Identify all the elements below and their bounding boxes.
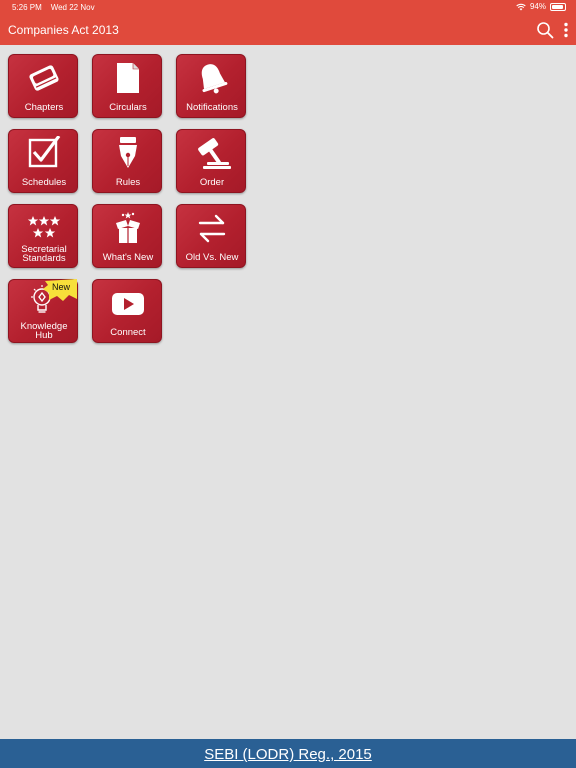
tile-label: What's New: [102, 252, 154, 263]
play-icon: [112, 293, 144, 315]
search-icon[interactable]: [536, 21, 554, 39]
tile-label-line2: Hub: [35, 330, 53, 341]
page-title: Companies Act 2013: [8, 23, 119, 37]
tile-chapters[interactable]: Chapters: [8, 54, 78, 118]
status-time: 5:26 PM: [12, 3, 42, 12]
tile-notifications[interactable]: Notifications: [176, 54, 246, 118]
sebi-lodr-link[interactable]: SEBI (LODR) Reg., 2015: [204, 746, 372, 763]
more-vert-icon[interactable]: [562, 22, 570, 38]
tile-label: Order: [199, 177, 225, 188]
tile-label-line2: Standards: [22, 253, 66, 264]
tile-old-vs-new[interactable]: Old Vs. New: [176, 204, 246, 268]
app-header: 5:26 PM Wed 22 Nov 94% Companies Act 201…: [0, 0, 576, 45]
tile-label: Connect: [110, 327, 146, 338]
tile-label: Schedules: [21, 177, 67, 188]
tile-label: Old Vs. New: [185, 252, 239, 263]
bell-icon: [201, 64, 228, 94]
tile-label: Notifications: [186, 102, 238, 113]
new-badge: New: [43, 279, 79, 301]
stars-icon: [27, 216, 61, 238]
gift-box-icon: [116, 212, 140, 243]
tile-whats-new[interactable]: What's New: [92, 204, 162, 268]
status-date: Wed 22 Nov: [50, 3, 95, 12]
pen-nib-icon: [119, 137, 137, 168]
battery-percent: 94%: [529, 2, 546, 11]
tile-secretarial-standards[interactable]: Secretarial Standards: [8, 204, 78, 268]
tile-circulars[interactable]: Circulars: [92, 54, 162, 118]
status-indicators: 94%: [516, 2, 566, 11]
tile-knowledge-hub[interactable]: New Knowledge Hub: [8, 279, 78, 343]
tile-schedules[interactable]: Schedules: [8, 129, 78, 193]
battery-icon: [550, 2, 566, 11]
battery-level: [552, 4, 564, 9]
checkbox-icon: [28, 136, 61, 168]
status-time-date: 5:26 PM Wed 22 Nov: [12, 3, 95, 12]
tile-label: Rules: [115, 177, 141, 188]
swap-arrows-icon: [198, 214, 226, 243]
wifi-icon: [516, 3, 526, 10]
book-icon: [29, 65, 59, 91]
tile-label: Chapters: [24, 102, 64, 113]
tile-rules[interactable]: Rules: [92, 129, 162, 193]
tile-order[interactable]: Order: [176, 129, 246, 193]
gavel-icon: [198, 138, 231, 169]
document-icon: [117, 63, 139, 93]
new-badge-text: New: [52, 282, 71, 292]
tile-label: Circulars: [109, 102, 147, 113]
status-bar: 5:26 PM Wed 22 Nov 94%: [0, 0, 576, 14]
tile-connect[interactable]: Connect: [92, 279, 162, 343]
footer-bar: SEBI (LODR) Reg., 2015: [0, 739, 576, 768]
